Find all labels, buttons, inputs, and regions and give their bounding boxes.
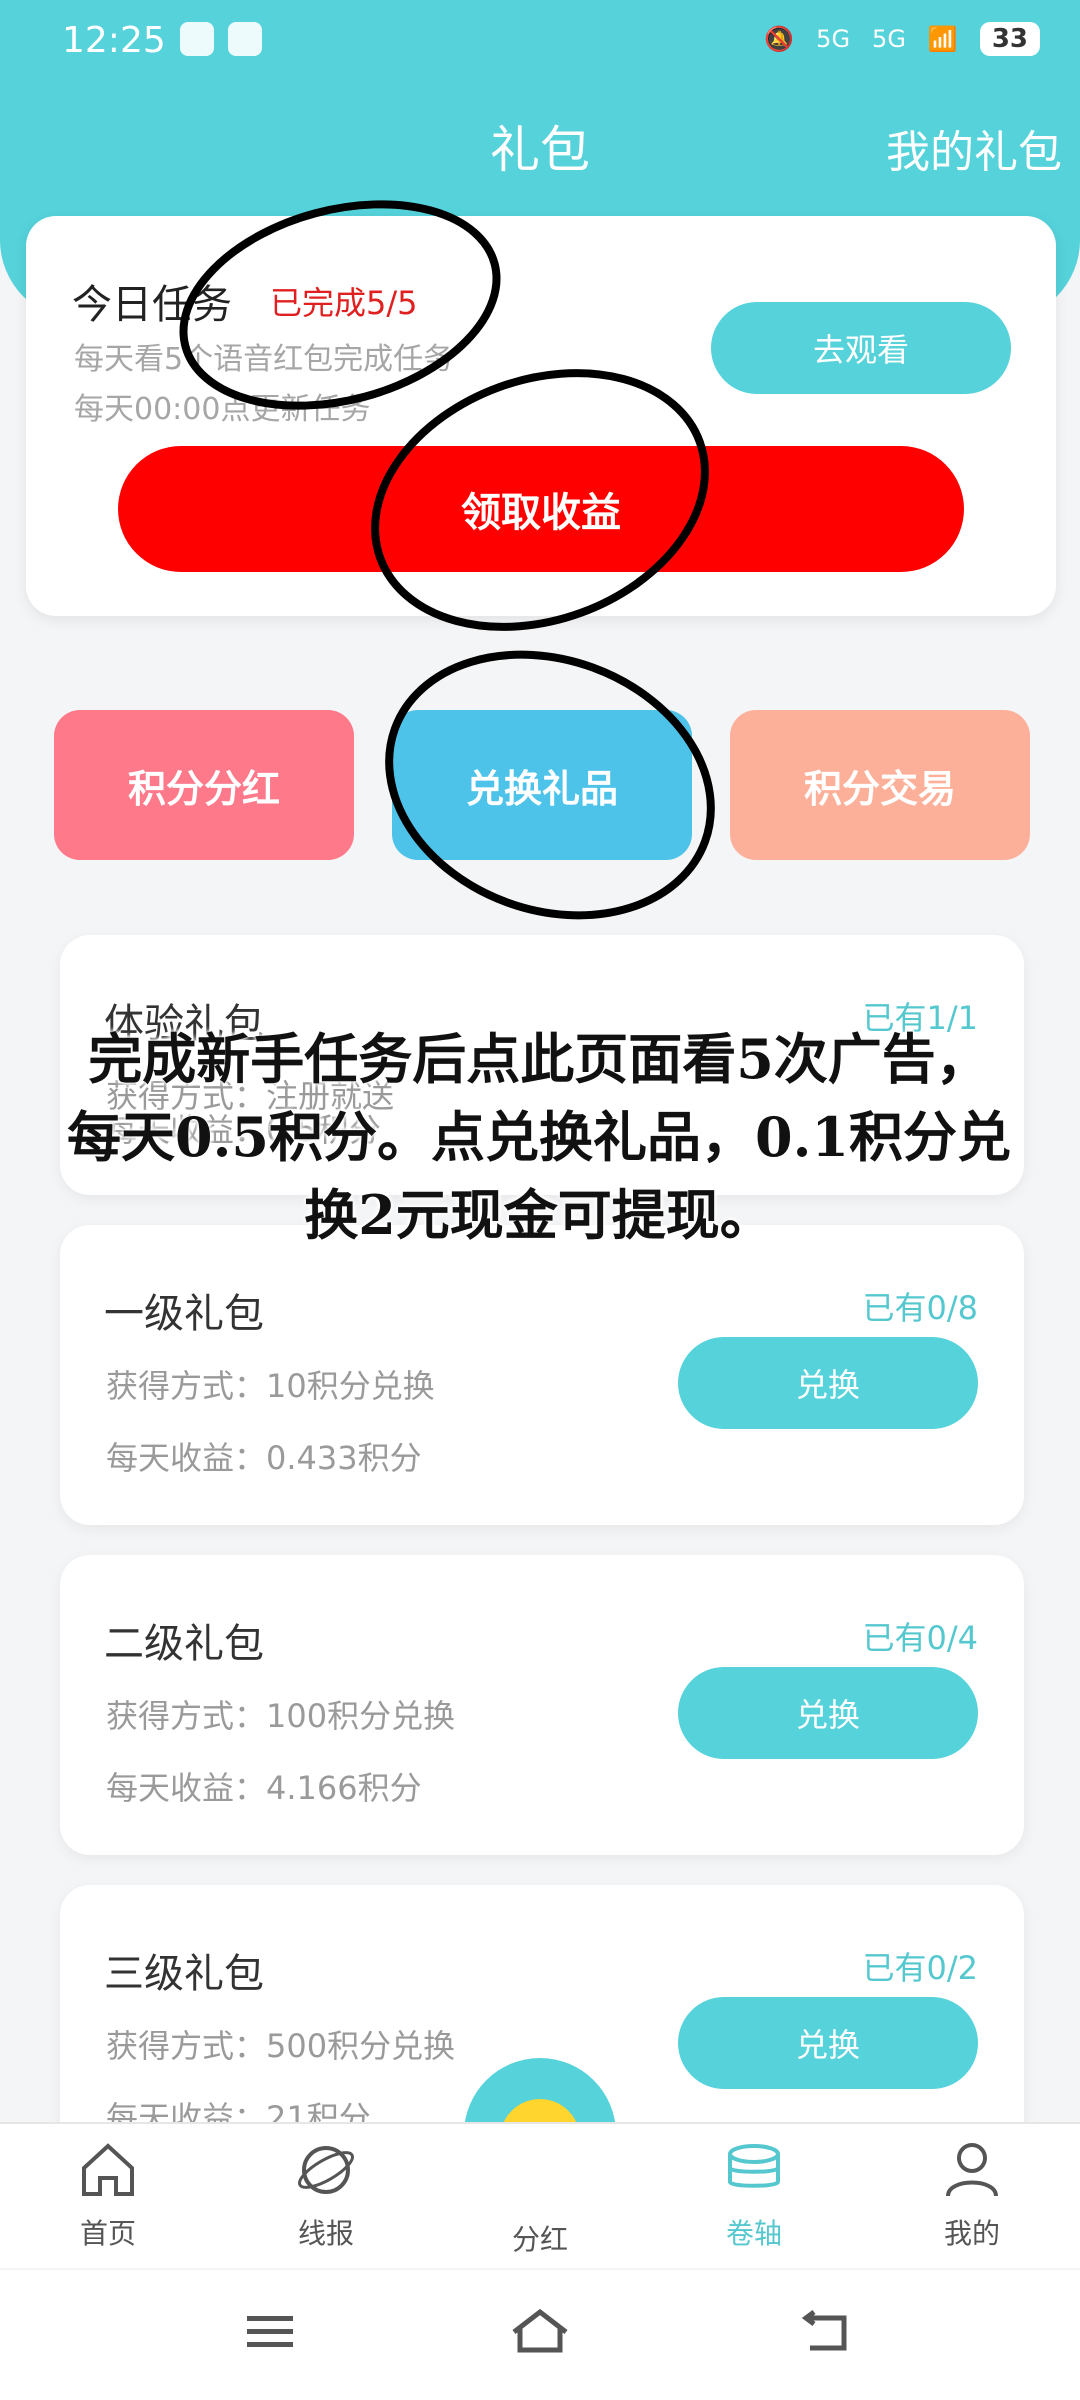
planet-icon [298,2146,354,2194]
coin-stack-icon [728,2144,780,2188]
system-nav-bar [0,2270,1080,2400]
user-icon [946,2143,998,2197]
home-nav-icon[interactable] [510,2306,570,2356]
center-dividend-label: 分红 [511,2223,568,2256]
back-icon[interactable] [800,2308,850,2354]
tab-scroll[interactable]: 卷轴 [684,2138,824,2252]
tab-home-label: 首页 [79,2217,136,2250]
menu-icon[interactable] [245,2312,295,2352]
tab-scroll-label: 卷轴 [725,2217,782,2250]
annotation-circles [179,200,715,920]
tab-mine[interactable]: 我的 [902,2138,1042,2252]
tab-home[interactable]: 首页 [38,2138,178,2252]
circle-claim-button [371,369,709,631]
tab-mine-label: 我的 [943,2217,1000,2250]
home-icon [82,2143,134,2196]
tab-report[interactable]: 线报 [256,2138,396,2252]
tab-report-label: 线报 [297,2217,354,2250]
circle-exchange-gift [385,650,715,920]
